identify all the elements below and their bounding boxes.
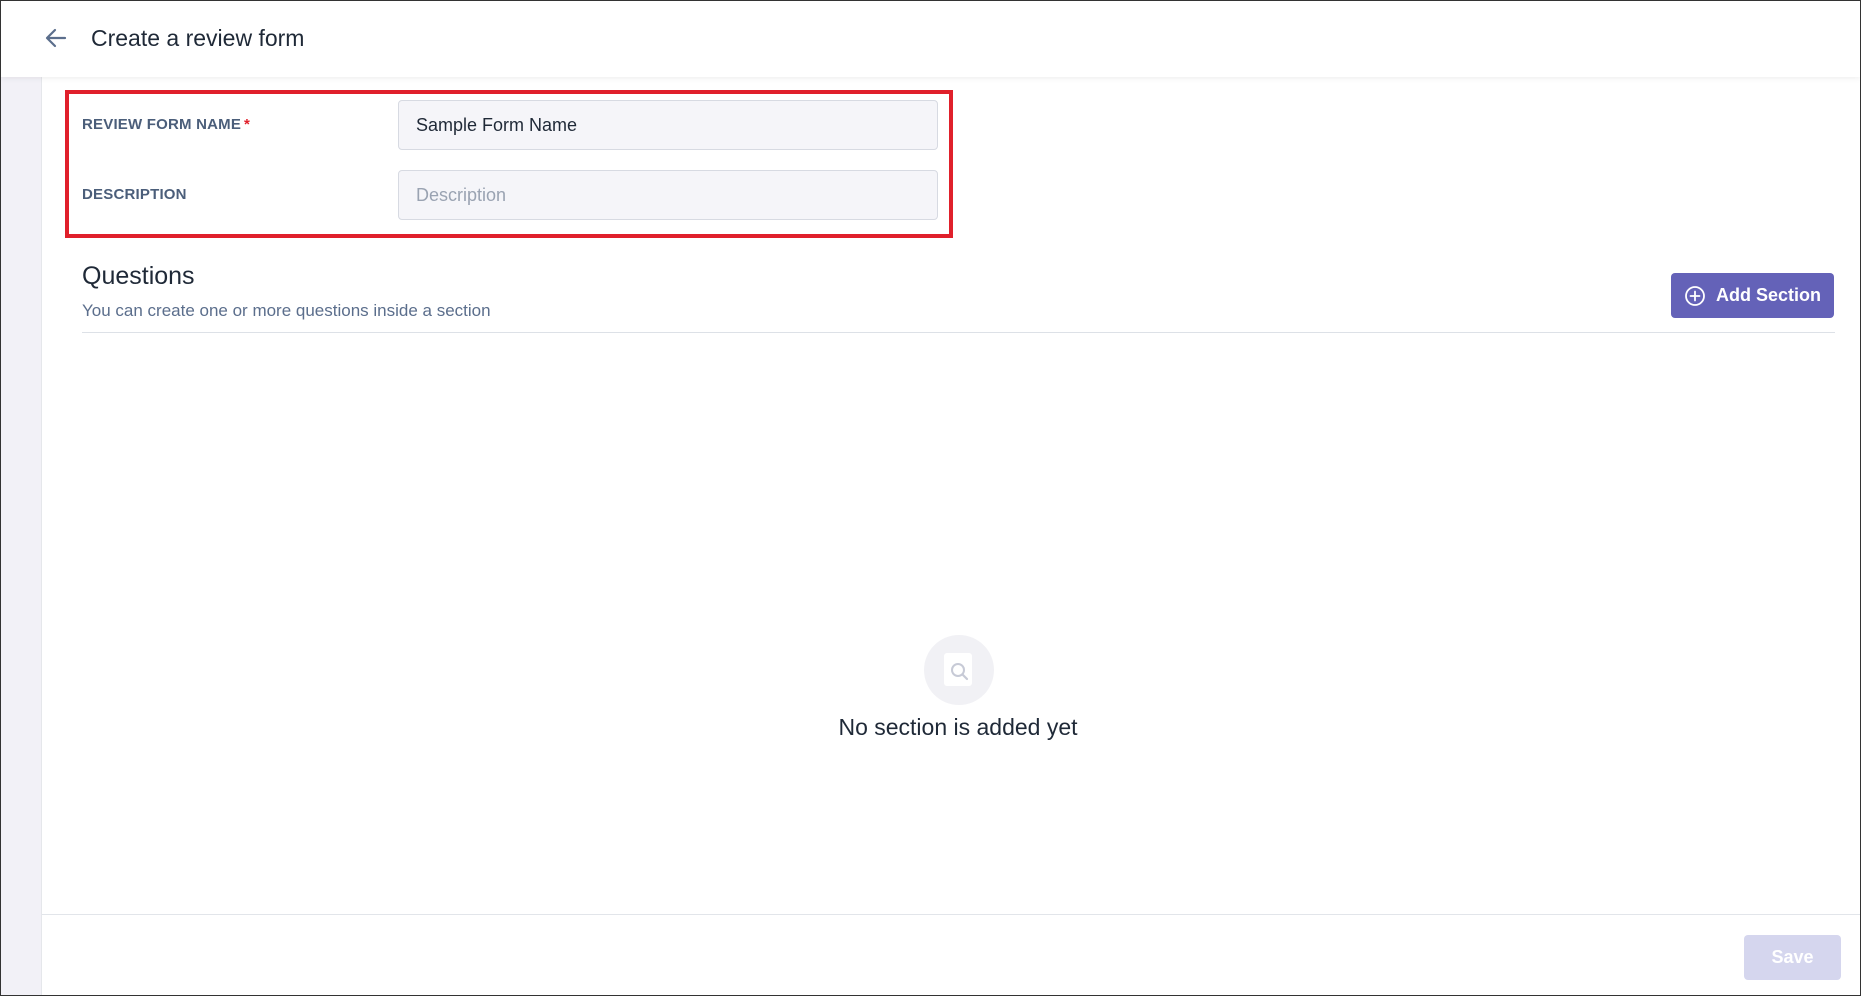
app-window: Create a review form REVIEW FORM NAME* D… — [0, 0, 1861, 996]
add-section-button[interactable]: Add Section — [1671, 273, 1834, 318]
questions-title: Questions — [82, 262, 195, 290]
page-header: Create a review form — [1, 1, 1860, 77]
questions-subtitle: You can create one or more questions ins… — [82, 301, 491, 320]
left-rail — [1, 77, 42, 995]
review-form-name-label: REVIEW FORM NAME * — [82, 116, 250, 133]
add-section-label: Add Section — [1715, 285, 1821, 305]
footer-bar — [42, 914, 1860, 995]
empty-state-message: No section is added yet — [838, 714, 1078, 740]
save-button[interactable]: Save — [1744, 935, 1841, 980]
empty-state-icon-wrap — [924, 635, 994, 705]
review-form-name-label-text: REVIEW FORM NAME — [82, 116, 242, 133]
back-button[interactable] — [41, 23, 71, 53]
description-label: DESCRIPTION — [82, 186, 187, 203]
page-title: Create a review form — [91, 25, 305, 51]
description-input[interactable] — [398, 170, 938, 220]
plus-circle-icon — [1685, 285, 1705, 306]
search-document-icon — [944, 653, 972, 686]
required-mark: * — [244, 116, 251, 133]
review-form-name-input[interactable] — [398, 100, 938, 150]
questions-divider — [82, 332, 1835, 333]
arrow-left-icon — [45, 28, 67, 48]
